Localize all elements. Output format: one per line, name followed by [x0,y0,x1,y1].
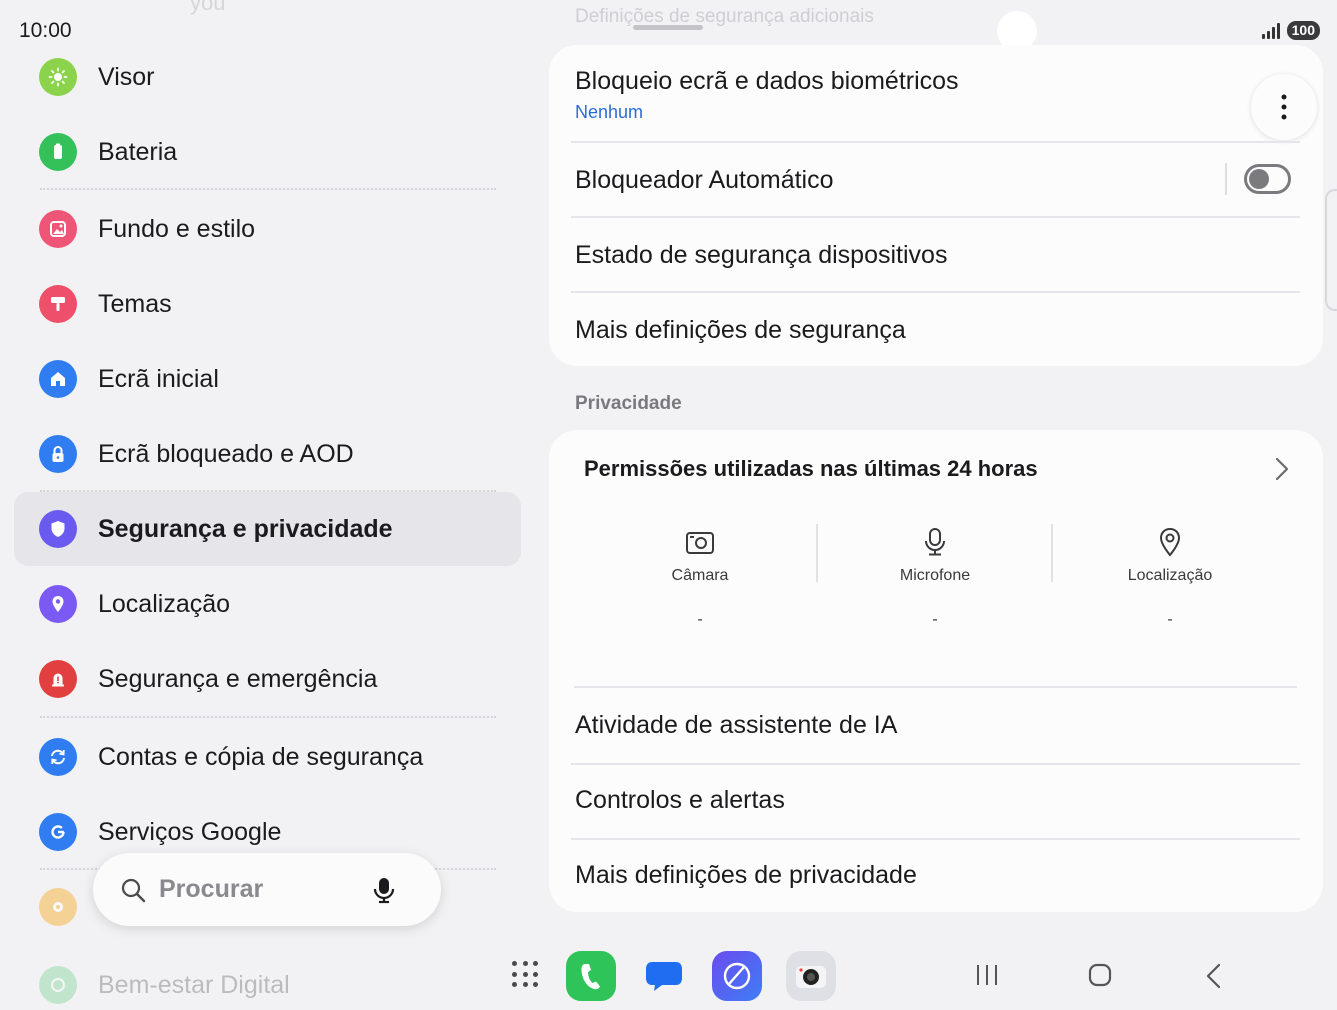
permission-value: - [932,611,938,628]
lock-icon [39,435,77,473]
search-bar[interactable] [93,853,441,926]
sun-icon [39,58,77,96]
home-icon [39,360,77,398]
sidebar-item-contas-copia[interactable]: Contas e cópia de segurança [14,720,521,794]
signal-icon [1261,22,1280,39]
toggle-separator [1225,163,1227,195]
sidebar-item-ecra-inicial[interactable]: Ecrã inicial [14,342,521,416]
app-drawer-icon[interactable] [512,961,540,989]
permission-camera[interactable]: Câmara - [600,526,800,629]
chevron-right-icon[interactable] [1271,456,1291,482]
sidebar-item-ecra-bloqueado[interactable]: Ecrã bloqueado e AOD [14,417,521,491]
permission-label: Localização [1127,567,1213,584]
microphone-icon[interactable] [371,876,397,904]
sidebar-item-label: Visor [98,62,155,91]
permission-label: Microfone [899,567,971,584]
battery-badge: 100 [1286,21,1320,40]
sidebar-item-visor[interactable]: Visor [14,40,521,114]
permission-microphone[interactable]: Microfone - [835,526,1035,629]
permission-separator [1051,524,1053,582]
more-options-button[interactable] [1251,74,1317,140]
permission-label: Câmara [671,567,729,584]
sidebar-item-label: Contas e cópia de segurança [98,742,424,771]
privacy-card: Permissões utilizadas nas últimas 24 hor… [549,430,1323,912]
row-divider [571,141,1300,143]
device-security-state-item[interactable]: Estado de segurança dispositivos [575,241,947,270]
permission-value: - [1167,611,1173,628]
permission-value: - [697,611,703,628]
taskbar [0,951,1337,1001]
search-input[interactable] [159,875,359,904]
ai-assistant-activity-item[interactable]: Atividade de assistente de IA [575,711,897,740]
recent-apps-icon[interactable] [975,963,999,987]
controls-alerts-item[interactable]: Controlos e alertas [575,786,785,815]
sidebar-divider [40,716,496,718]
sidebar-item-label: Ecrã bloqueado e AOD [98,439,354,468]
row-divider [571,216,1300,218]
location-pin-icon [1159,527,1181,557]
more-privacy-settings-item[interactable]: Mais definições de privacidade [575,861,917,890]
sidebar-item-label: Bateria [98,137,178,166]
sync-icon [39,738,77,776]
sidebar-divider [40,188,496,190]
sidebar-item-fundo-estilo[interactable]: Fundo e estilo [14,192,521,266]
permissions-used-title[interactable]: Permissões utilizadas nas últimas 24 hor… [584,456,1038,482]
more-vertical-icon [1281,94,1287,120]
home-button-icon[interactable] [1088,963,1112,987]
more-security-settings-item[interactable]: Mais definições de segurança [575,316,906,345]
paint-roller-icon [39,285,77,323]
toggle-knob [1249,169,1269,189]
auto-blocker-toggle[interactable] [1244,164,1291,194]
row-divider [571,838,1300,840]
location-pin-icon [39,585,77,623]
sidebar-item-label: Serviços Google [98,817,282,846]
sidebar-item-seguranca-emergencia[interactable]: Segurança e emergência [14,642,521,716]
auto-blocker-item[interactable]: Bloqueador Automático [575,166,834,195]
internet-browser-icon[interactable] [712,951,762,1001]
gear-icon [39,888,77,926]
camera-app-icon[interactable] [786,951,836,1001]
sidebar-item-label: Temas [98,289,172,318]
sidebar-item-bateria[interactable]: Bateria [14,115,521,189]
permission-separator [816,524,818,582]
camera-icon [686,532,714,554]
status-indicators: 100 [1261,21,1320,40]
screen-lock-biometrics[interactable]: Bloqueio ecrã e dados biométricos [575,67,959,96]
permission-location[interactable]: Localização - [1070,526,1270,629]
ghost-section-title: Definições de segurança adicionais [575,6,874,27]
phone-app-icon[interactable] [566,951,616,1001]
sidebar-item-localizacao[interactable]: Localização [14,567,521,641]
row-divider [574,686,1297,688]
edge-panel-handle[interactable] [1325,189,1337,311]
privacy-section-label: Privacidade [575,393,682,414]
wallpaper-icon [39,210,77,248]
battery-icon [39,133,77,171]
back-icon[interactable] [1203,963,1223,989]
microphone-icon [925,528,945,556]
sidebar-item-label: Ecrã inicial [98,364,219,393]
sidebar-item-label: Segurança e emergência [98,664,378,693]
messages-app-icon[interactable] [639,951,689,1001]
emergency-siren-icon [39,660,77,698]
drag-handle[interactable] [633,25,703,30]
screen-lock-status: Nenhum [575,102,644,122]
ghost-header-text: you [190,0,226,15]
row-divider [571,291,1300,293]
google-icon [39,813,77,851]
security-card: Bloqueio ecrã e dados biométricos Nenhum… [549,45,1323,366]
sidebar-item-seguranca-privacidade[interactable]: Segurança e privacidade [14,492,521,566]
sidebar-item-temas[interactable]: Temas [14,267,521,341]
sidebar-item-label: Localização [98,589,231,618]
row-divider [571,763,1300,765]
search-icon [121,878,146,902]
sidebar-item-label: Segurança e privacidade [98,514,393,543]
sidebar-item-label: Fundo e estilo [98,214,256,243]
shield-icon [39,510,77,548]
